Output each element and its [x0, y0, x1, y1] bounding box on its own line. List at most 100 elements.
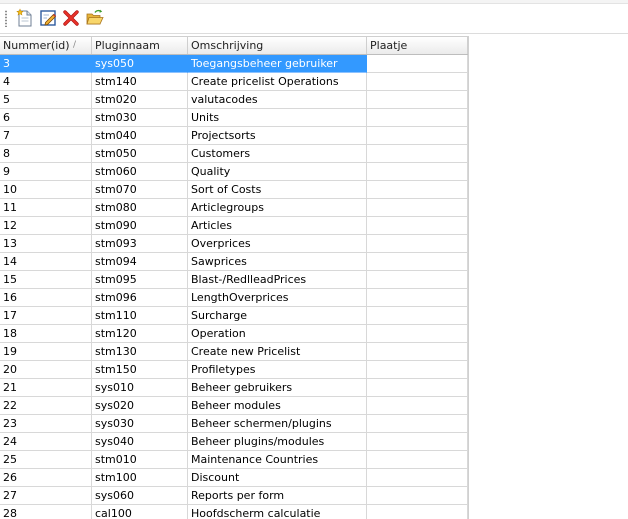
cell-id[interactable]: 6 [0, 109, 92, 127]
cell-description[interactable]: Surcharge [188, 307, 367, 325]
cell-pluginname[interactable]: stm095 [92, 271, 188, 289]
cell-description[interactable]: Sort of Costs [188, 181, 367, 199]
cell-pluginname[interactable]: stm140 [92, 73, 188, 91]
cell-pluginname[interactable]: stm030 [92, 109, 188, 127]
table-row[interactable]: 27 sys060 Reports per form [0, 487, 468, 505]
cell-description[interactable]: Overprices [188, 235, 367, 253]
cell-pluginname[interactable]: stm096 [92, 289, 188, 307]
cell-description[interactable]: Beheer plugins/modules [188, 433, 367, 451]
table-row[interactable]: 21 sys010 Beheer gebruikers [0, 379, 468, 397]
table-row[interactable]: 8 stm050 Customers [0, 145, 468, 163]
cell-image[interactable] [367, 91, 468, 109]
cell-image[interactable] [367, 397, 468, 415]
cell-pluginname[interactable]: stm120 [92, 325, 188, 343]
cell-description[interactable]: Toegangsbeheer gebruiker [188, 55, 367, 73]
cell-id[interactable]: 23 [0, 415, 92, 433]
table-row[interactable]: 7 stm040 Projectsorts [0, 127, 468, 145]
table-row[interactable]: 28 cal100 Hoofdscherm calculatie [0, 505, 468, 519]
cell-image[interactable] [367, 361, 468, 379]
cell-pluginname[interactable]: stm130 [92, 343, 188, 361]
cell-pluginname[interactable]: cal100 [92, 505, 188, 519]
cell-image[interactable] [367, 505, 468, 519]
table-row[interactable]: 3 sys050 Toegangsbeheer gebruiker [0, 55, 468, 73]
table-row[interactable]: 23 sys030 Beheer schermen/plugins [0, 415, 468, 433]
toolbar-grip[interactable] [5, 10, 7, 27]
cell-description[interactable]: Beheer schermen/plugins [188, 415, 367, 433]
cell-pluginname[interactable]: sys050 [92, 55, 188, 73]
cell-pluginname[interactable]: stm060 [92, 163, 188, 181]
cell-id[interactable]: 14 [0, 253, 92, 271]
cell-pluginname[interactable]: stm100 [92, 469, 188, 487]
table-row[interactable]: 12 stm090 Articles [0, 217, 468, 235]
column-header-id[interactable]: Nummer(id) / [0, 37, 92, 54]
table-row[interactable]: 18 stm120 Operation [0, 325, 468, 343]
table-row[interactable]: 10 stm070 Sort of Costs [0, 181, 468, 199]
cell-id[interactable]: 25 [0, 451, 92, 469]
cell-description[interactable]: Beheer gebruikers [188, 379, 367, 397]
cell-image[interactable] [367, 253, 468, 271]
cell-image[interactable] [367, 73, 468, 91]
cell-id[interactable]: 3 [0, 55, 92, 73]
cell-image[interactable] [367, 199, 468, 217]
table-row[interactable]: 25 stm010 Maintenance Countries [0, 451, 468, 469]
cell-id[interactable]: 22 [0, 397, 92, 415]
cell-id[interactable]: 18 [0, 325, 92, 343]
cell-description[interactable]: Operation [188, 325, 367, 343]
edit-record-button[interactable] [38, 8, 58, 28]
open-record-button[interactable] [85, 8, 105, 28]
cell-id[interactable]: 13 [0, 235, 92, 253]
cell-description[interactable]: Articlegroups [188, 199, 367, 217]
cell-description[interactable]: LengthOverprices [188, 289, 367, 307]
cell-pluginname[interactable]: sys060 [92, 487, 188, 505]
cell-pluginname[interactable]: stm020 [92, 91, 188, 109]
table-row[interactable]: 16 stm096 LengthOverprices [0, 289, 468, 307]
cell-description[interactable]: Blast-/RedlleadPrices [188, 271, 367, 289]
cell-pluginname[interactable]: stm150 [92, 361, 188, 379]
table-row[interactable]: 22 sys020 Beheer modules [0, 397, 468, 415]
cell-pluginname[interactable]: stm090 [92, 217, 188, 235]
column-header-description[interactable]: Omschrijving [188, 37, 367, 54]
column-header-image[interactable]: Plaatje [367, 37, 468, 54]
cell-description[interactable]: Reports per form [188, 487, 367, 505]
new-record-button[interactable] [15, 8, 35, 28]
cell-description[interactable]: Create pricelist Operations [188, 73, 367, 91]
cell-description[interactable]: Beheer modules [188, 397, 367, 415]
table-row[interactable]: 9 stm060 Quality [0, 163, 468, 181]
cell-pluginname[interactable]: sys010 [92, 379, 188, 397]
cell-image[interactable] [367, 415, 468, 433]
cell-id[interactable]: 4 [0, 73, 92, 91]
cell-image[interactable] [367, 109, 468, 127]
cell-description[interactable]: Customers [188, 145, 367, 163]
table-row[interactable]: 5 stm020 valutacodes [0, 91, 468, 109]
cell-pluginname[interactable]: sys030 [92, 415, 188, 433]
table-row[interactable]: 19 stm130 Create new Pricelist [0, 343, 468, 361]
cell-id[interactable]: 21 [0, 379, 92, 397]
cell-id[interactable]: 17 [0, 307, 92, 325]
cell-id[interactable]: 19 [0, 343, 92, 361]
cell-id[interactable]: 28 [0, 505, 92, 519]
table-row[interactable]: 11 stm080 Articlegroups [0, 199, 468, 217]
cell-id[interactable]: 16 [0, 289, 92, 307]
table-row[interactable]: 24 sys040 Beheer plugins/modules [0, 433, 468, 451]
cell-image[interactable] [367, 145, 468, 163]
cell-id[interactable]: 20 [0, 361, 92, 379]
cell-id[interactable]: 9 [0, 163, 92, 181]
table-row[interactable]: 14 stm094 Sawprices [0, 253, 468, 271]
cell-id[interactable]: 8 [0, 145, 92, 163]
cell-id[interactable]: 11 [0, 199, 92, 217]
cell-pluginname[interactable]: stm050 [92, 145, 188, 163]
table-row[interactable]: 26 stm100 Discount [0, 469, 468, 487]
column-header-pluginname[interactable]: Pluginnaam [92, 37, 188, 54]
cell-image[interactable] [367, 271, 468, 289]
cell-description[interactable]: valutacodes [188, 91, 367, 109]
table-row[interactable]: 4 stm140 Create pricelist Operations [0, 73, 468, 91]
cell-pluginname[interactable]: sys020 [92, 397, 188, 415]
cell-id[interactable]: 5 [0, 91, 92, 109]
cell-image[interactable] [367, 451, 468, 469]
cell-image[interactable] [367, 55, 468, 73]
cell-image[interactable] [367, 163, 468, 181]
table-row[interactable]: 13 stm093 Overprices [0, 235, 468, 253]
table-row[interactable]: 6 stm030 Units [0, 109, 468, 127]
cell-pluginname[interactable]: stm080 [92, 199, 188, 217]
cell-description[interactable]: Quality [188, 163, 367, 181]
